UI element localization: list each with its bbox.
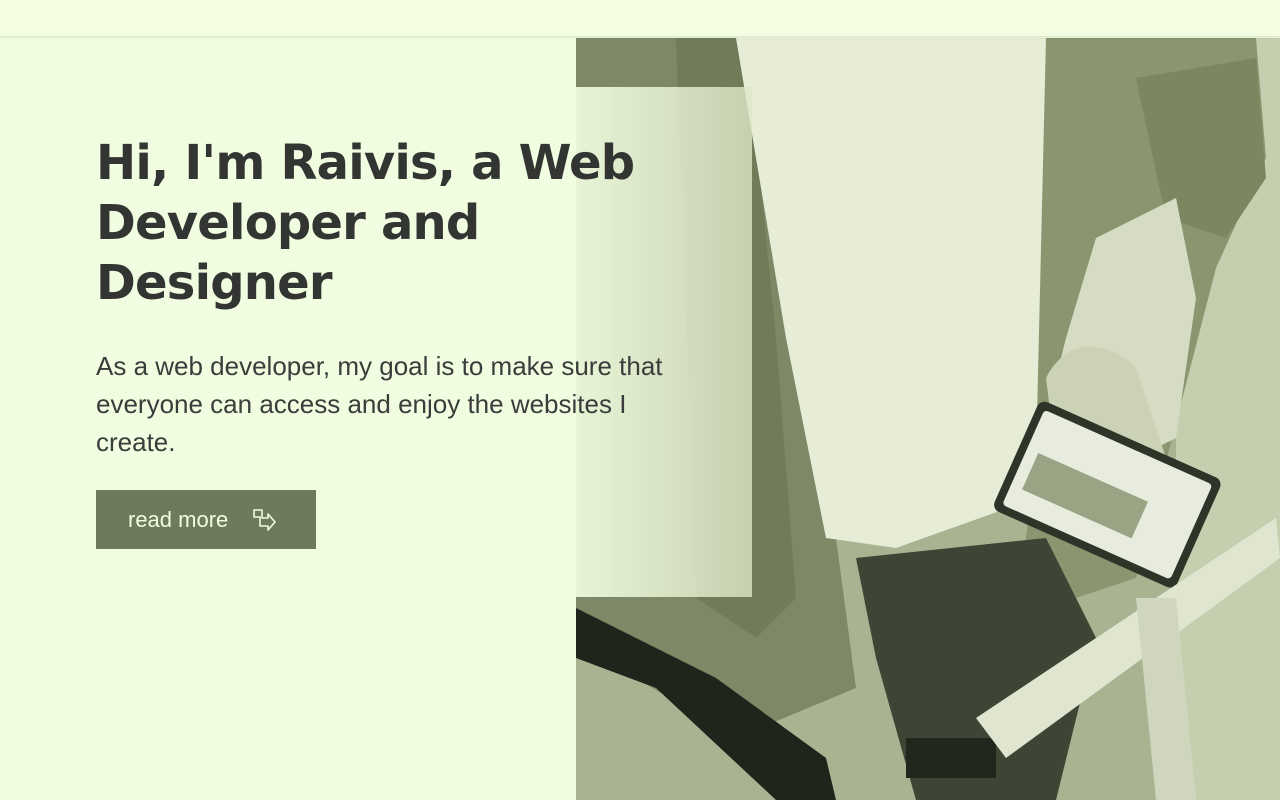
hero-description: As a web developer, my goal is to make s… [96,351,663,457]
top-navigation-bar [0,0,1280,36]
read-more-button[interactable]: read more [96,490,316,549]
read-more-label: read more [128,506,229,532]
arrow-down-right-icon [252,507,278,533]
hero-headline: Hi, I'm Raivis, a Web Developer and Desi… [96,135,635,311]
hero-content: Hi, I'm Raivis, a Web Developer and Desi… [96,133,696,461]
